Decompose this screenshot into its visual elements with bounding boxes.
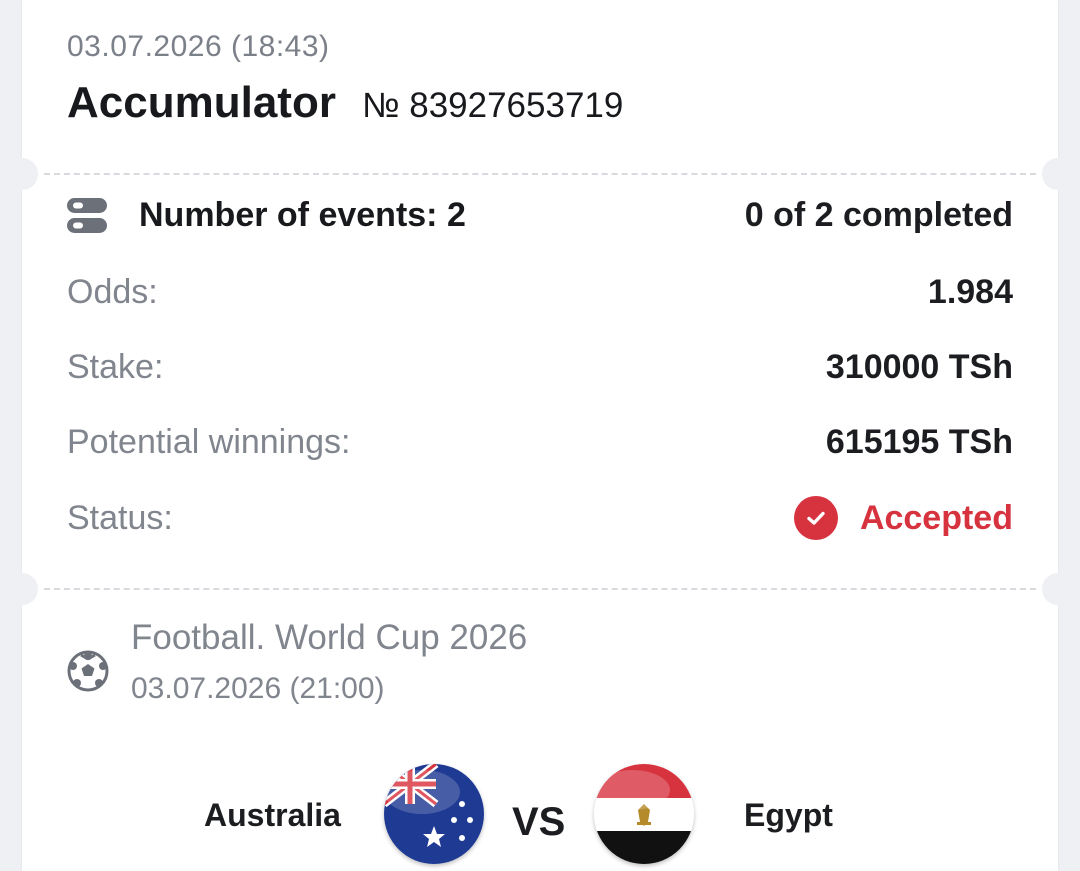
event-datetime: 03.07.2026 (21:00) [131, 672, 385, 705]
stake-label: Stake: [67, 348, 164, 386]
divider [44, 173, 1036, 175]
check-circle-icon [793, 496, 838, 540]
bet-datetime: 03.07.2026 (18:43) [67, 30, 330, 63]
home-team-name: Australia [204, 797, 341, 833]
australia-flag-icon [384, 764, 484, 864]
bet-number: № 83927653719 [361, 86, 624, 125]
ticket-notch-right [1042, 573, 1074, 605]
events-list-icon [67, 197, 107, 233]
status-badge: Accepted [793, 496, 1013, 540]
divider [44, 588, 1036, 590]
status-row: Status: Accepted [67, 496, 1013, 540]
bet-type: Accumulator [67, 78, 336, 127]
status-label: Status: [67, 498, 173, 537]
vs-label: VS [512, 800, 566, 844]
stake-row: Stake: 310000 TSh [67, 348, 1013, 387]
away-team-name: Egypt [744, 797, 833, 833]
football-icon [67, 650, 109, 692]
ticket-notch-left [6, 158, 38, 190]
winnings-value: 615195 TSh [825, 423, 1013, 461]
bet-card: 03.07.2026 (18:43) Accumulator № 8392765… [22, 0, 1058, 871]
egypt-flag-icon [594, 764, 694, 864]
status-value: Accepted [859, 498, 1013, 537]
odds-value: 1.984 [927, 273, 1013, 311]
event-title: Football. World Cup 2026 [131, 618, 528, 657]
bet-title: Accumulator № 83927653719 [67, 78, 623, 128]
winnings-row: Potential winnings: 615195 TSh [67, 423, 1013, 462]
ticket-notch-right [1042, 158, 1074, 190]
odds-label: Odds: [67, 273, 158, 311]
events-count: Number of events: 2 [139, 196, 466, 234]
ticket-notch-left [6, 573, 38, 605]
events-progress: 0 of 2 completed [744, 196, 1013, 234]
events-row[interactable]: Number of events: 2 0 of 2 completed [67, 196, 1013, 235]
winnings-label: Potential winnings: [67, 423, 351, 461]
stake-value: 310000 TSh [825, 348, 1013, 386]
odds-row: Odds: 1.984 [67, 273, 1013, 312]
event-info[interactable]: Football. World Cup 2026 03.07.2026 (21:… [67, 618, 527, 706]
